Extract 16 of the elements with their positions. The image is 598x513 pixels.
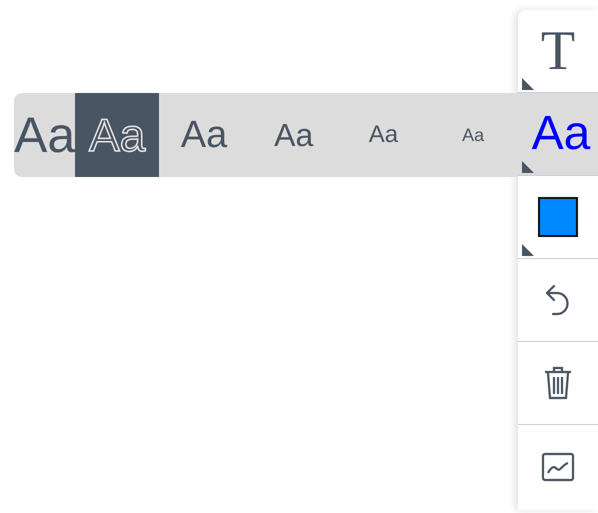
size-option[interactable]: Aa [428, 93, 518, 177]
size-option[interactable]: Aa [14, 93, 76, 177]
size-tool-button[interactable]: Aa [518, 93, 598, 176]
submenu-corner-icon [522, 161, 534, 173]
size-option[interactable]: Aa [338, 93, 428, 177]
text-tool-button[interactable]: T [518, 10, 598, 93]
color-tool-button[interactable] [518, 176, 598, 259]
trash-icon [543, 365, 573, 401]
chart-icon [541, 452, 575, 482]
size-option[interactable]: Aa [75, 93, 160, 177]
chart-tool-button[interactable] [518, 425, 598, 508]
submenu-corner-icon [522, 244, 534, 256]
size-option[interactable]: Aa [159, 93, 249, 177]
size-option[interactable]: Aa [248, 93, 339, 177]
delete-tool-button[interactable] [518, 342, 598, 425]
submenu-corner-icon [522, 78, 534, 90]
